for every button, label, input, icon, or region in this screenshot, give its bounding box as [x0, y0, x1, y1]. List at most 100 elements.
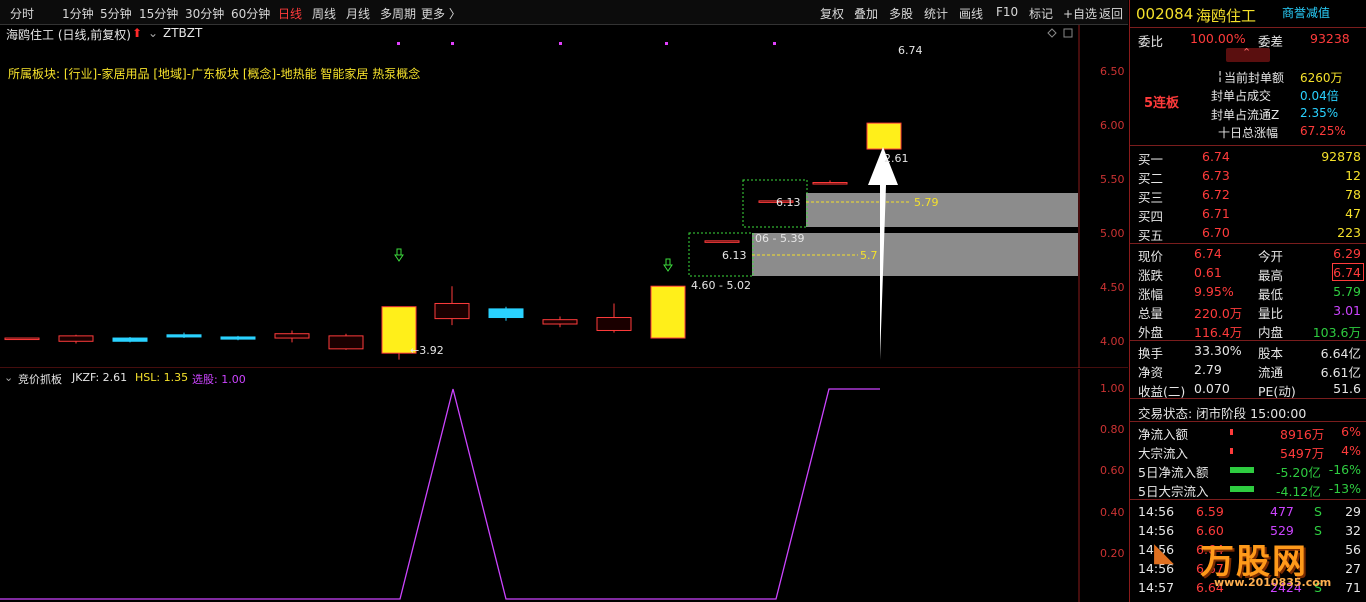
- candle[interactable]: [704, 240, 740, 243]
- quote-row: 涨幅 9.95% 最低 5.79: [1130, 282, 1366, 302]
- bid-price: 6.74: [1202, 149, 1230, 164]
- candle[interactable]: [650, 285, 686, 339]
- candle[interactable]: [328, 335, 364, 350]
- fund-row: 净资 2.79 流通 6.61亿: [1130, 360, 1366, 380]
- candle[interactable]: [434, 302, 470, 320]
- tick-price: 6.64: [1196, 580, 1224, 595]
- tab-1min[interactable]: 1分钟: [62, 5, 94, 22]
- overlay-button[interactable]: 叠加: [854, 5, 878, 22]
- candle[interactable]: [542, 319, 578, 325]
- tick-row: 14:57 6.64 2424 S 71: [1130, 578, 1366, 597]
- tick-time: 14:57: [1138, 580, 1175, 595]
- up-indicator-icon: ⬆: [132, 26, 143, 40]
- risk-badge[interactable]: 商誉减值: [1282, 4, 1330, 21]
- hsl-value: HSL: 1.35: [135, 371, 189, 384]
- flow-value: -4.12亿: [1276, 484, 1321, 499]
- tab-multi-period[interactable]: 多周期: [380, 5, 416, 22]
- fund-value: 0.070: [1194, 381, 1230, 396]
- bid-volume: 47: [1345, 206, 1361, 221]
- bid-row: 买一 6.74 92878: [1130, 147, 1366, 167]
- bid-row: 买五 6.70 223: [1130, 223, 1366, 243]
- candle[interactable]: [166, 334, 202, 338]
- fuquan-button[interactable]: 复权: [820, 5, 844, 22]
- tick-price: 6.64: [1196, 542, 1224, 557]
- fundamental-grid: 换手 33.30% 股本 6.64亿 净资 2.79 流通 6.61亿 收益(二) 0.070 PE…: [1130, 341, 1366, 399]
- bid-book: 买一 6.74 92878 买二 6.73 12 买三 6.72 78 买四 6.71 47 买五 6.7…: [1130, 147, 1366, 243]
- seal-value: 2.35%: [1300, 106, 1339, 120]
- candle[interactable]: [58, 335, 94, 342]
- signal-dot: [559, 42, 562, 45]
- y-tick: 6.50: [1100, 65, 1125, 78]
- bid-price: 6.73: [1202, 168, 1230, 183]
- tab-more[interactable]: 更多 〉: [421, 5, 461, 22]
- candle[interactable]: [866, 122, 902, 150]
- candle[interactable]: [112, 337, 148, 342]
- collapse-button[interactable]: ⌃: [1226, 46, 1270, 62]
- price-label-261: 2.61: [884, 152, 909, 165]
- f10-button[interactable]: F10: [996, 5, 1018, 19]
- tick-count: 71: [1345, 580, 1361, 595]
- signal-dot: [773, 42, 776, 45]
- quote-row: 外盘 116.4万 内盘 103.6万: [1130, 320, 1366, 340]
- tab-60min[interactable]: 60分钟: [231, 5, 270, 22]
- tick-count: 29: [1345, 504, 1361, 519]
- indicator-line: [0, 388, 880, 600]
- tab-30min[interactable]: 30分钟: [185, 5, 224, 22]
- tick-price: 6.59: [1196, 504, 1224, 519]
- seal-value: 0.04倍: [1300, 89, 1339, 103]
- candle[interactable]: [596, 317, 632, 331]
- bid-row: 买四 6.71 47: [1130, 204, 1366, 224]
- stock-header: 002084 海鸥住工 商誉减值: [1130, 3, 1366, 25]
- mark-button[interactable]: 标记: [1029, 5, 1053, 22]
- candle[interactable]: [488, 308, 524, 319]
- indicator-name[interactable]: ZTBZT: [163, 26, 202, 40]
- tab-weekly[interactable]: 周线: [312, 5, 336, 22]
- back-button[interactable]: 返回: [1099, 5, 1123, 22]
- sub-indicator-name[interactable]: 竞价抓板: [18, 371, 62, 387]
- tab-fenshi[interactable]: 分时: [10, 5, 34, 22]
- bid-row: 买三 6.72 78: [1130, 185, 1366, 205]
- quote-label: 外盘: [1138, 325, 1164, 340]
- draw-line-button[interactable]: 画线: [959, 5, 983, 22]
- candle[interactable]: [220, 336, 256, 340]
- kline-chart[interactable]: 海鸥住工 (日线,前复权) ⬆ ⌄ ZTBZT 所属板块: [行业]-家居用品 …: [0, 25, 1128, 368]
- bid-row: 买二 6.73 12: [1130, 166, 1366, 186]
- candle[interactable]: [4, 337, 40, 341]
- candle[interactable]: [812, 182, 848, 185]
- zone-lower-right-label: 5.7: [860, 249, 878, 262]
- quote-value: 3.01: [1333, 303, 1361, 318]
- add-watchlist-button[interactable]: +自选: [1063, 5, 1097, 22]
- tick-time: 14:56: [1138, 504, 1175, 519]
- stock-name: 海鸥住工: [1196, 7, 1257, 25]
- candle[interactable]: [274, 333, 310, 339]
- low-label: ←3.92: [410, 344, 444, 357]
- tick-list[interactable]: 14:56 6.59 477 S 29 14:56 6.60 529 S 32 14:56 6.64 5…: [1130, 500, 1366, 602]
- multi-stock-button[interactable]: 多股: [889, 5, 913, 22]
- tick-side: S: [1314, 580, 1322, 595]
- tab-5min[interactable]: 5分钟: [100, 5, 132, 22]
- quote-value: 116.4万: [1194, 325, 1243, 340]
- range-label-1: 4.60 - 5.02: [691, 279, 751, 292]
- weicha-value: 93238: [1310, 31, 1350, 46]
- quote-panel: 002084 海鸥住工 商誉减值 委比 100.00% 委差 93238 ⌃ 5…: [1129, 0, 1366, 602]
- tab-monthly[interactable]: 月线: [346, 5, 370, 22]
- tab-daily[interactable]: 日线: [278, 5, 302, 22]
- limit-tag: 5连板: [1144, 96, 1180, 111]
- sub-toggle-icon[interactable]: ⌄: [4, 371, 13, 384]
- sub-y-tick: 1.00: [1100, 382, 1125, 395]
- y-tick: 4.50: [1100, 281, 1125, 294]
- sub-y-tick: 0.80: [1100, 423, 1125, 436]
- status-text: 交易状态: 闭市阶段 15:00:00: [1138, 406, 1307, 421]
- bid-volume: 92878: [1321, 149, 1361, 164]
- stats-button[interactable]: 统计: [924, 5, 948, 22]
- quote-row: 涨跌 0.61 最高 6.74: [1130, 263, 1366, 283]
- tick-count: 27: [1345, 561, 1361, 576]
- tab-15min[interactable]: 15分钟: [139, 5, 178, 22]
- quote-value: 5.79: [1333, 284, 1361, 299]
- indicator-toggle-icon[interactable]: ⌄: [148, 26, 158, 40]
- indicator-chart[interactable]: ✳ ⌄ 竞价抓板 JKZF: 2.61 HSL: 1.35 选股: 1.00 1…: [0, 369, 1128, 602]
- tick-side: S: [1314, 504, 1322, 519]
- tick-count: 32: [1345, 523, 1361, 538]
- indicator-canvas: ✳: [0, 369, 1080, 602]
- flow-bar: [1230, 486, 1254, 492]
